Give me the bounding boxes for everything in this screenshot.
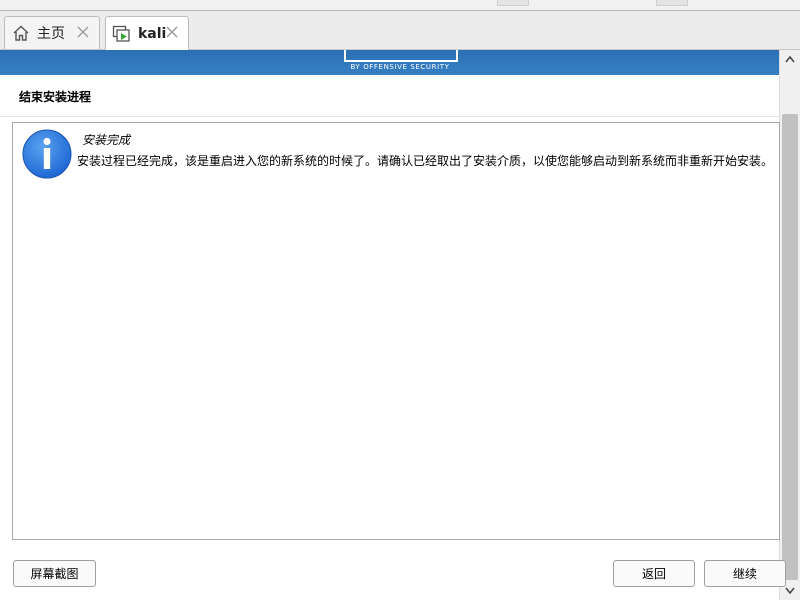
scroll-up-icon[interactable]	[780, 52, 800, 68]
scrollbar-thumb[interactable]	[782, 114, 798, 580]
tab-home-label: 主页	[37, 26, 65, 42]
toolbar-control[interactable]	[497, 0, 529, 6]
continue-button[interactable]: 继续	[704, 560, 786, 587]
back-button[interactable]: 返回	[613, 560, 695, 587]
tab-kali[interactable]: kali	[105, 16, 189, 50]
vertical-scrollbar[interactable]	[779, 50, 800, 600]
tab-bar: 主页 kali	[0, 11, 800, 50]
home-icon	[11, 23, 31, 43]
toolbar-control[interactable]	[656, 0, 688, 6]
banner-byline: BY OFFENSIVE SECURITY	[350, 63, 450, 71]
tab-kali-label: kali	[138, 25, 167, 42]
divider	[0, 116, 779, 117]
vm-icon	[112, 24, 132, 44]
close-icon[interactable]	[164, 24, 180, 40]
notice-title: 安装完成	[82, 133, 131, 147]
kali-logo-frame	[344, 50, 458, 62]
content-panel: 安装完成 安装过程已经完成，该是重启进入您的新系统的时候了。请确认已经取出了安装…	[12, 122, 780, 540]
installer-banner: BY OFFENSIVE SECURITY	[0, 50, 779, 75]
tab-home[interactable]: 主页	[4, 16, 100, 49]
close-icon[interactable]	[75, 24, 91, 40]
screenshot-button[interactable]: 屏幕截图	[13, 560, 96, 587]
info-icon	[22, 129, 72, 179]
notice-body: 安装过程已经完成，该是重启进入您的新系统的时候了。请确认已经取出了安装介质，以使…	[77, 154, 774, 168]
page-title: 结束安装进程	[19, 90, 92, 104]
window-top-strip	[0, 0, 800, 11]
